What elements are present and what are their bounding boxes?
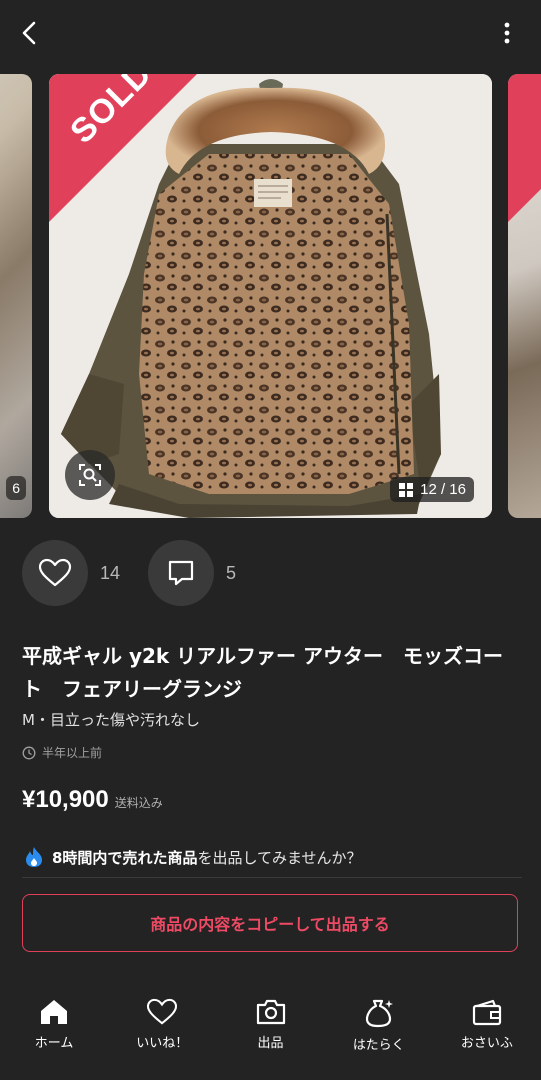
nav-work[interactable]: はたらく bbox=[325, 984, 433, 1080]
flame-icon bbox=[26, 847, 42, 867]
nav-wallet-label: おさいふ bbox=[460, 1036, 513, 1051]
nav-home[interactable]: ホーム bbox=[0, 984, 108, 1080]
nav-home-label: ホーム bbox=[34, 1036, 74, 1051]
comment-button[interactable] bbox=[148, 540, 215, 606]
home-icon bbox=[41, 1000, 68, 1024]
shipping-note: 送料込み bbox=[114, 796, 163, 810]
nav-sell-label: 出品 bbox=[257, 1036, 284, 1051]
divider bbox=[22, 877, 522, 878]
grid-icon bbox=[399, 482, 414, 497]
nav-likes[interactable]: いいね！ bbox=[108, 984, 216, 1080]
item-title: 平成ギャル y2k リアルファー アウター モッズコート フェアリーグランジ bbox=[22, 644, 503, 701]
bottom-navigation: ホーム いいね！ 出品 はたらく おさいふ bbox=[0, 984, 541, 1080]
like-button[interactable] bbox=[22, 540, 88, 606]
back-button[interactable] bbox=[14, 18, 44, 48]
price-row: ¥10,900 送料込み bbox=[22, 786, 163, 814]
comment-count: 5 bbox=[226, 562, 237, 583]
item-condition: M・目立った傷や汚れなし bbox=[22, 711, 200, 729]
carousel-slide-next[interactable] bbox=[508, 74, 541, 518]
nav-sell[interactable]: 出品 bbox=[216, 984, 324, 1080]
comment-icon bbox=[168, 560, 194, 586]
image-carousel[interactable]: 6 SOLD 12 / 16 bbox=[0, 74, 541, 518]
action-row: 14 5 bbox=[22, 540, 264, 606]
heart-icon bbox=[147, 998, 178, 1025]
nav-work-label: はたらく bbox=[352, 1038, 405, 1053]
heart-icon bbox=[38, 558, 72, 587]
posted-time: 半年以上前 bbox=[22, 744, 102, 761]
promo-rest-text: を出品してみませんか？ bbox=[197, 848, 362, 867]
more-options-button[interactable] bbox=[497, 18, 517, 48]
nav-wallet[interactable]: おさいふ bbox=[433, 984, 541, 1080]
zoom-icon bbox=[79, 464, 101, 486]
zoom-button[interactable] bbox=[65, 450, 115, 500]
carousel-slide-current[interactable]: SOLD 12 / 16 bbox=[49, 74, 492, 518]
promo-banner[interactable]: 8時間内で売れた商品を出品してみませんか？ bbox=[24, 846, 362, 868]
more-vertical-icon bbox=[504, 22, 510, 44]
money-bag-icon bbox=[365, 999, 393, 1028]
posted-time-text: 半年以上前 bbox=[42, 746, 103, 760]
camera-icon bbox=[256, 999, 285, 1025]
clock-icon bbox=[22, 746, 36, 759]
promo-text: 8時間内で売れた商品を出品してみませんか？ bbox=[52, 847, 362, 868]
previous-slide-counter: 6 bbox=[6, 476, 26, 500]
chevron-left-icon bbox=[22, 21, 36, 45]
like-count: 14 bbox=[100, 562, 121, 583]
carousel-slide-previous[interactable]: 6 bbox=[0, 74, 32, 518]
image-counter-text: 12 / 16 bbox=[420, 481, 466, 498]
copy-listing-button[interactable]: 商品の内容をコピーして出品する bbox=[22, 894, 518, 952]
top-bar bbox=[0, 0, 541, 66]
wallet-icon bbox=[472, 999, 502, 1026]
next-slide-sold-ribbon bbox=[508, 74, 541, 222]
promo-bold-text: 8時間内で売れた商品 bbox=[52, 848, 198, 867]
nav-likes-label: いいね！ bbox=[136, 1036, 189, 1051]
price: ¥10,900 bbox=[22, 786, 109, 813]
image-counter[interactable]: 12 / 16 bbox=[390, 477, 474, 502]
